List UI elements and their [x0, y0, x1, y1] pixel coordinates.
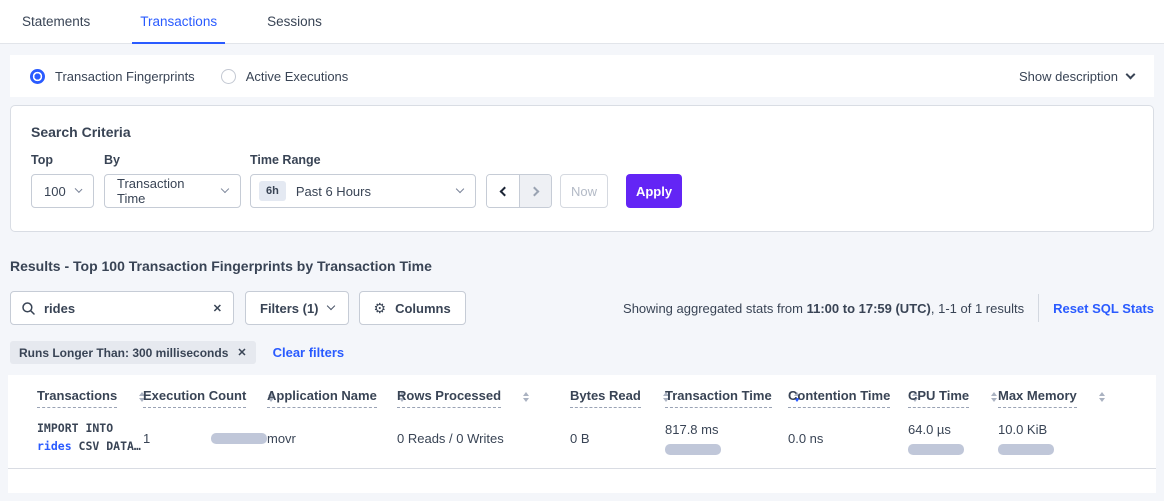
- radio-transaction-fingerprints[interactable]: Transaction Fingerprints: [30, 69, 195, 84]
- stats-prefix: Showing aggregated stats from: [623, 301, 807, 316]
- column-header-bytes-read[interactable]: Bytes Read: [570, 388, 665, 408]
- radio-active-executions-label: Active Executions: [246, 69, 349, 84]
- chevron-down-icon: [74, 185, 82, 193]
- by-field: By Transaction Time: [104, 153, 241, 208]
- column-header-execution-count[interactable]: Execution Count: [143, 388, 267, 408]
- radio-active-executions[interactable]: Active Executions: [221, 69, 349, 84]
- time-range-value: Past 6 Hours: [296, 184, 447, 199]
- chevron-right-icon: [529, 186, 539, 196]
- time-window-arrows: [486, 174, 552, 208]
- filter-chip-runs-longer-than[interactable]: Runs Longer Than: 300 milliseconds ✕: [10, 341, 256, 364]
- column-header-transactions[interactable]: Transactions: [37, 388, 143, 408]
- clear-filters-link[interactable]: Clear filters: [273, 345, 345, 360]
- transaction-fingerprint-cell: IMPORT INTO rides CSV DATA…: [37, 420, 143, 456]
- bytes-read-cell: 0 B: [570, 431, 665, 446]
- clear-search-icon[interactable]: ✕: [213, 302, 222, 315]
- sort-icon[interactable]: [991, 392, 997, 402]
- chevron-left-icon: [500, 186, 510, 196]
- by-select-value: Transaction Time: [117, 176, 212, 206]
- application-name-cell: movr: [267, 431, 397, 446]
- columns-button[interactable]: ⚙ Columns: [359, 291, 466, 325]
- tab-transactions[interactable]: Transactions: [132, 0, 225, 43]
- stats-time-range: 11:00 to 17:59 (UTC): [807, 301, 931, 316]
- filters-button[interactable]: Filters (1): [245, 291, 349, 325]
- top-label: Top: [31, 153, 94, 167]
- tab-sessions-label: Sessions: [267, 14, 322, 29]
- time-range-field: Time Range 6h Past 6 Hours: [250, 153, 476, 208]
- show-description-label: Show description: [1019, 69, 1118, 84]
- top-select[interactable]: 100: [31, 174, 94, 208]
- now-button[interactable]: Now: [560, 174, 608, 208]
- transaction-time-bar: [665, 444, 721, 455]
- tab-transactions-label: Transactions: [140, 14, 217, 29]
- max-memory-bar: [998, 444, 1054, 455]
- search-icon: [22, 302, 35, 315]
- chevron-down-icon: [1126, 69, 1136, 79]
- transaction-fingerprint-link[interactable]: rides: [37, 439, 72, 453]
- results-table: Transactions Execution Count Application…: [8, 375, 1156, 493]
- reset-sql-stats-link[interactable]: Reset SQL Stats: [1053, 301, 1154, 316]
- stats-suffix: , 1-1 of 1 results: [931, 301, 1024, 316]
- aggregated-stats-summary: Showing aggregated stats from 11:00 to 1…: [623, 294, 1154, 322]
- table-header-row: Transactions Execution Count Application…: [8, 375, 1156, 408]
- sql-activity-transactions-page: Statements Transactions Sessions Transac…: [0, 0, 1164, 501]
- chevron-down-icon: [221, 185, 229, 193]
- show-description-toggle[interactable]: Show description: [1019, 69, 1134, 84]
- active-filters-row: Runs Longer Than: 300 milliseconds ✕ Cle…: [10, 341, 344, 364]
- next-time-window-button[interactable]: [519, 175, 551, 207]
- column-header-cpu-time[interactable]: CPU Time: [908, 388, 998, 408]
- radio-unselected-icon: [221, 69, 236, 84]
- time-range-label: Time Range: [250, 153, 476, 167]
- results-controls: ✕ Filters (1) ⚙ Columns Showing aggregat…: [10, 291, 1154, 325]
- execution-count-cell: 1: [143, 431, 267, 446]
- table-row: IMPORT INTO rides CSV DATA… 1 movr 0 Rea…: [8, 408, 1156, 469]
- search-box: ✕: [10, 291, 234, 325]
- column-header-transaction-time[interactable]: Transaction Time: [665, 388, 788, 408]
- results-heading: Results - Top 100 Transaction Fingerprin…: [10, 258, 432, 274]
- contention-time-cell: 0.0 ns: [788, 431, 908, 446]
- by-label: By: [104, 153, 241, 167]
- columns-button-label: Columns: [395, 301, 451, 316]
- tab-sessions[interactable]: Sessions: [259, 0, 330, 43]
- sort-icon[interactable]: [1099, 392, 1105, 402]
- filter-chip-label: Runs Longer Than: 300 milliseconds: [19, 346, 228, 360]
- execution-count-bar: [211, 433, 267, 444]
- radio-transaction-fingerprints-label: Transaction Fingerprints: [55, 69, 195, 84]
- apply-button[interactable]: Apply: [626, 174, 682, 208]
- tab-bar: Statements Transactions Sessions: [0, 0, 1164, 44]
- by-select[interactable]: Transaction Time: [104, 174, 241, 208]
- divider: [1038, 294, 1039, 322]
- tab-statements[interactable]: Statements: [14, 0, 98, 43]
- cpu-time-cell: 64.0 µs: [908, 422, 998, 455]
- column-header-max-memory[interactable]: Max Memory: [998, 388, 1156, 408]
- time-range-badge: 6h: [259, 181, 286, 201]
- radio-selected-icon: [30, 69, 45, 84]
- cpu-time-bar: [908, 444, 964, 455]
- time-range-select[interactable]: 6h Past 6 Hours: [250, 174, 476, 208]
- tab-statements-label: Statements: [22, 14, 90, 29]
- chevron-down-icon: [326, 302, 334, 310]
- search-criteria-card: Search Criteria Top 100 By Transaction T…: [10, 105, 1154, 232]
- remove-filter-icon[interactable]: ✕: [237, 346, 246, 359]
- filters-button-label: Filters (1): [260, 301, 319, 316]
- column-header-contention-time[interactable]: Contention Time: [788, 388, 908, 408]
- column-header-application-name[interactable]: Application Name: [267, 388, 397, 408]
- transaction-time-cell: 817.8 ms: [665, 422, 788, 455]
- chevron-down-icon: [456, 185, 464, 193]
- view-mode-card: Transaction Fingerprints Active Executio…: [10, 55, 1154, 97]
- column-header-rows-processed[interactable]: Rows Processed: [397, 388, 570, 408]
- top-field: Top 100: [31, 153, 94, 208]
- search-input[interactable]: [44, 301, 204, 316]
- top-select-value: 100: [44, 184, 66, 199]
- previous-time-window-button[interactable]: [487, 175, 519, 207]
- rows-processed-cell: 0 Reads / 0 Writes: [397, 431, 570, 446]
- search-criteria-title: Search Criteria: [31, 124, 1133, 140]
- gear-icon: ⚙: [374, 301, 387, 315]
- sort-icon[interactable]: [523, 392, 529, 402]
- max-memory-cell: 10.0 KiB: [998, 422, 1156, 455]
